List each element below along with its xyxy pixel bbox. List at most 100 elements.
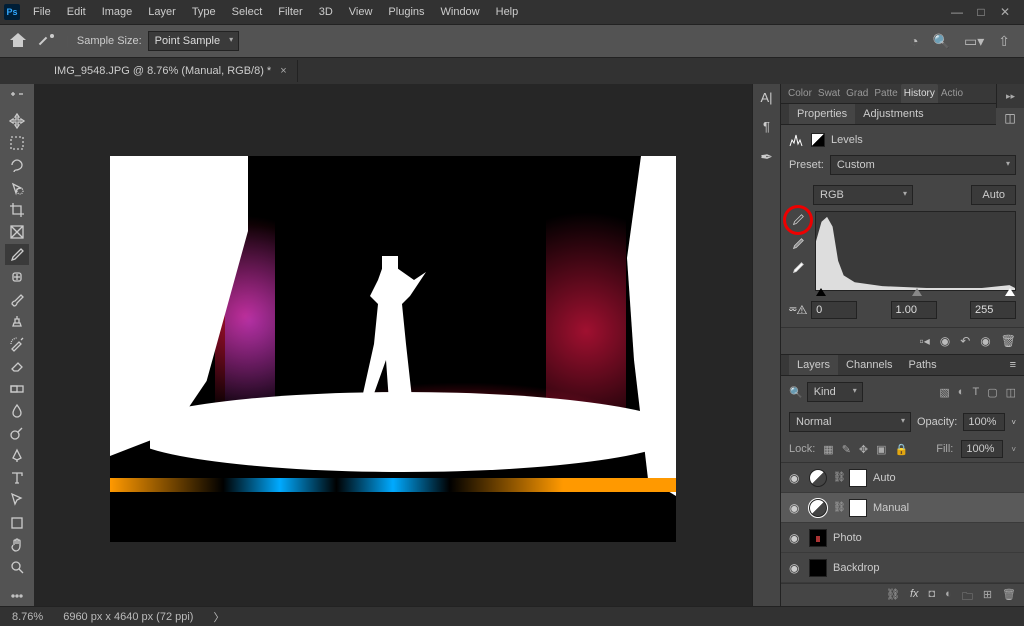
layers-panel-menu-icon[interactable]: ≡ <box>1010 359 1016 371</box>
add-mask-icon[interactable]: ◘ <box>929 588 936 607</box>
document-dimensions[interactable]: 6960 px x 4640 px (72 ppi) <box>63 611 193 623</box>
history-brush-tool[interactable] <box>5 334 29 354</box>
clip-to-layer-icon[interactable]: ▫◂ <box>919 334 929 348</box>
layer-row[interactable]: ◉ ⛓ Manual <box>781 493 1024 523</box>
lasso-tool[interactable] <box>5 155 29 175</box>
filter-pixel-icon[interactable]: ▧ <box>939 386 949 399</box>
edit-toolbar-icon[interactable] <box>5 586 29 606</box>
menu-filter[interactable]: Filter <box>271 3 309 21</box>
auto-button[interactable]: Auto <box>971 185 1016 205</box>
visibility-toggle[interactable]: ◉ <box>789 561 803 575</box>
layer-filter-kind[interactable]: Kind <box>807 382 863 402</box>
tab-patterns[interactable]: Patte <box>871 84 900 103</box>
input-gamma-field[interactable] <box>891 301 937 319</box>
handles-icon[interactable] <box>5 88 29 108</box>
eyedropper-tool-icon[interactable] <box>38 32 56 50</box>
menu-edit[interactable]: Edit <box>60 3 93 21</box>
fill-field[interactable]: 100% <box>961 440 1003 458</box>
tab-actions[interactable]: Actio <box>938 84 966 103</box>
white-point-eyedropper[interactable] <box>789 259 807 277</box>
frame-tool[interactable] <box>5 222 29 242</box>
link-icon[interactable]: ⛓ <box>833 502 843 513</box>
character-panel-icon[interactable]: A| <box>760 86 772 109</box>
lock-artboard-icon[interactable]: ▣ <box>876 443 886 456</box>
toggle-visibility-icon[interactable]: ◉ <box>980 334 990 348</box>
menu-view[interactable]: View <box>342 3 380 21</box>
tab-properties[interactable]: Properties <box>789 104 855 124</box>
layer-mask-thumb[interactable] <box>849 499 867 517</box>
lock-pixels-icon[interactable]: ✎ <box>842 443 851 456</box>
healing-tool[interactable] <box>5 267 29 287</box>
view-previous-icon[interactable]: ◉ <box>940 334 950 348</box>
menu-window[interactable]: Window <box>434 3 487 21</box>
menu-3d[interactable]: 3D <box>312 3 340 21</box>
visibility-toggle[interactable]: ◉ <box>789 471 803 485</box>
cloud-user-icon[interactable]: ◔ <box>910 33 918 49</box>
menu-layer[interactable]: Layer <box>141 3 183 21</box>
path-select-tool[interactable] <box>5 490 29 510</box>
preset-select[interactable]: Custom <box>830 155 1016 175</box>
document-tab[interactable]: IMG_9548.JPG @ 8.76% (Manual, RGB/8) * × <box>44 60 298 82</box>
lock-transparency-icon[interactable]: ▦ <box>823 443 833 456</box>
layer-thumb[interactable] <box>809 529 827 547</box>
blend-mode-select[interactable]: Normal <box>789 412 911 432</box>
layer-thumb[interactable] <box>809 559 827 577</box>
black-point-eyedropper[interactable] <box>789 211 807 229</box>
new-adjustment-icon[interactable]: ◐ <box>945 588 952 607</box>
lock-all-icon[interactable]: 🔒 <box>895 443 909 456</box>
filter-adjustment-icon[interactable]: ◐ <box>958 386 965 399</box>
glyphs-panel-icon[interactable]: ✒ <box>760 144 773 170</box>
blur-tool[interactable] <box>5 401 29 421</box>
lock-position-icon[interactable]: ✥ <box>859 443 868 456</box>
visibility-toggle[interactable]: ◉ <box>789 501 803 515</box>
tab-history[interactable]: History <box>901 84 938 103</box>
new-layer-icon[interactable]: ⊞ <box>983 588 992 607</box>
close-icon[interactable]: ✕ <box>998 5 1012 19</box>
input-black-field[interactable] <box>811 301 857 319</box>
close-tab-icon[interactable]: × <box>280 65 286 77</box>
layer-mask-thumb[interactable] <box>849 469 867 487</box>
adjustment-thumb[interactable] <box>809 499 827 517</box>
layer-name[interactable]: Auto <box>873 472 896 484</box>
menu-select[interactable]: Select <box>225 3 270 21</box>
black-slider[interactable] <box>816 288 826 296</box>
eraser-tool[interactable] <box>5 356 29 376</box>
marquee-tool[interactable] <box>5 133 29 153</box>
layer-name[interactable]: Manual <box>873 502 909 514</box>
menu-help[interactable]: Help <box>489 3 526 21</box>
link-layers-icon[interactable]: ⛓ <box>886 588 900 607</box>
menu-type[interactable]: Type <box>185 3 223 21</box>
white-slider[interactable] <box>1005 288 1015 296</box>
opacity-field[interactable]: 100% <box>963 413 1005 431</box>
filter-smart-icon[interactable]: ◫ <box>1006 386 1016 399</box>
visibility-toggle[interactable]: ◉ <box>789 531 803 545</box>
share-icon[interactable]: ⇧ <box>998 33 1010 50</box>
maximize-icon[interactable]: □ <box>974 5 988 19</box>
adjustment-thumb[interactable] <box>809 469 827 487</box>
input-white-field[interactable] <box>970 301 1016 319</box>
menu-file[interactable]: File <box>26 3 58 21</box>
layer-name[interactable]: Photo <box>833 532 862 544</box>
gradient-tool[interactable] <box>5 378 29 398</box>
document-canvas[interactable] <box>110 156 676 542</box>
layer-fx-icon[interactable]: fx <box>910 588 919 607</box>
layer-row[interactable]: ◉ Backdrop <box>781 553 1024 583</box>
tab-layers[interactable]: Layers <box>789 355 838 375</box>
tab-swatches[interactable]: Swat <box>815 84 843 103</box>
gray-point-eyedropper[interactable] <box>789 235 807 253</box>
eyedropper-tool[interactable] <box>5 244 29 264</box>
crop-tool[interactable] <box>5 200 29 220</box>
reset-icon[interactable]: ↶ <box>960 334 970 348</box>
filter-shape-icon[interactable]: ▢ <box>987 386 997 399</box>
clone-stamp-tool[interactable] <box>5 311 29 331</box>
layer-row[interactable]: ◉ Photo <box>781 523 1024 553</box>
paragraph-panel-icon[interactable]: ¶ <box>763 115 770 138</box>
tab-gradients[interactable]: Grad <box>843 84 871 103</box>
menu-plugins[interactable]: Plugins <box>381 3 431 21</box>
pen-tool[interactable] <box>5 446 29 466</box>
histogram[interactable] <box>815 211 1016 291</box>
move-tool[interactable] <box>5 110 29 130</box>
layer-row[interactable]: ◉ ⛓ Auto <box>781 463 1024 493</box>
zoom-tool[interactable] <box>5 557 29 577</box>
gamma-slider[interactable] <box>912 288 922 296</box>
